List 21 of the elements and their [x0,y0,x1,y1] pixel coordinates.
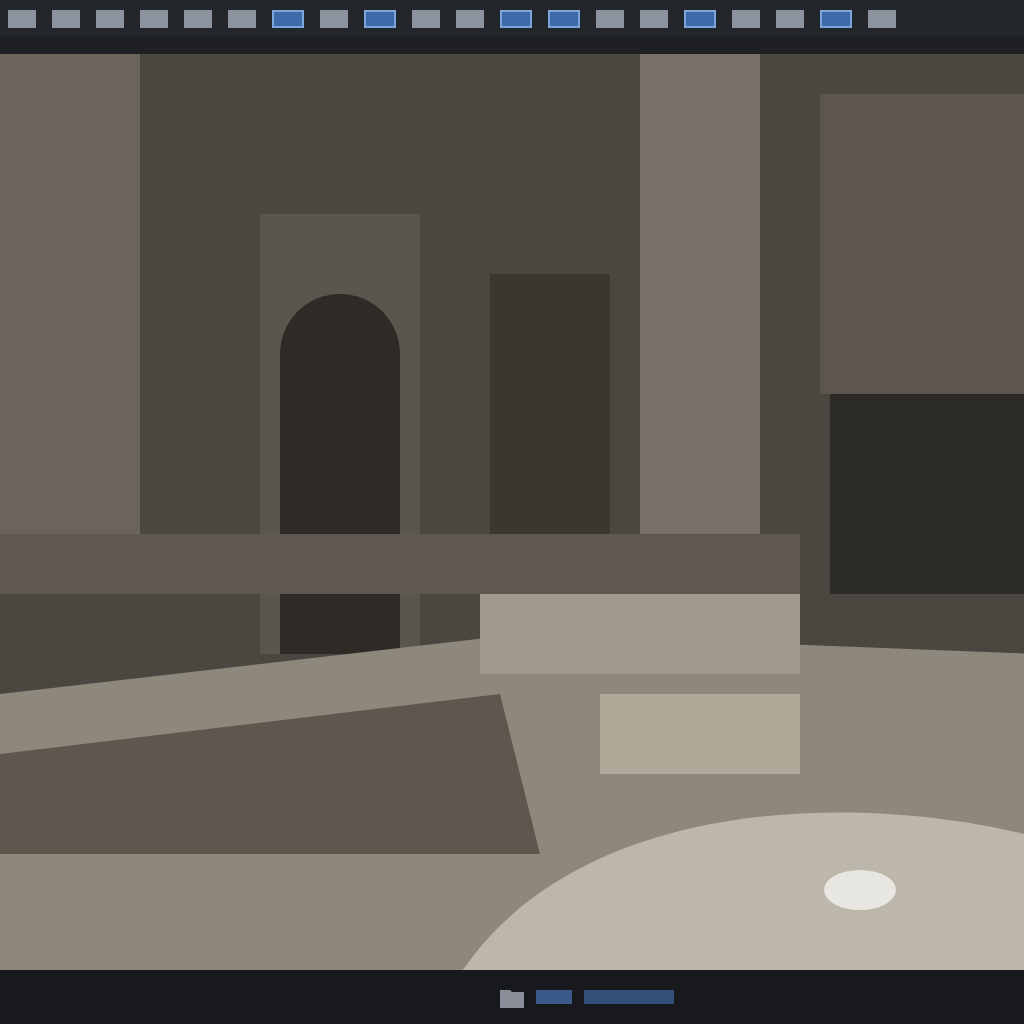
toolbar-button[interactable] [228,9,256,27]
toolbar-button[interactable] [96,9,124,27]
toolbar-button[interactable] [140,9,168,27]
toolbar-button[interactable] [596,9,624,27]
toolbar-button[interactable] [500,9,532,27]
folder-icon[interactable] [500,987,524,1007]
toolbar-button[interactable] [364,9,396,27]
toolbar-button[interactable] [820,9,852,27]
toolbar-button[interactable] [52,9,80,27]
toolbar-button[interactable] [868,9,896,27]
toolbar-button[interactable] [548,9,580,27]
toolbar-button[interactable] [640,9,668,27]
toolbar-button[interactable] [184,9,212,27]
toolbar-button[interactable] [320,9,348,27]
toolbar-button[interactable] [732,9,760,27]
toolbar-button[interactable] [684,9,716,27]
toolbar-button[interactable] [272,9,304,27]
toolbar-button[interactable] [412,9,440,27]
toolbar-button[interactable] [8,9,36,27]
toolbar-button[interactable] [776,9,804,27]
toolbar-button[interactable] [456,9,484,27]
